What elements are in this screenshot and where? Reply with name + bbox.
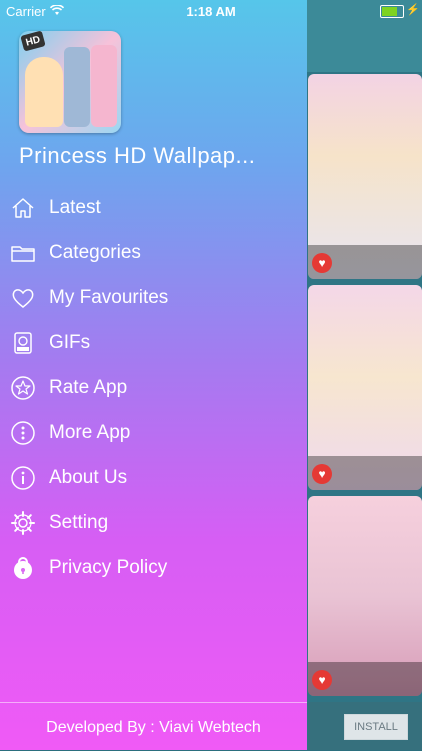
logo-princess-art	[25, 57, 63, 127]
wallpaper-card[interactable]: ♥	[308, 74, 422, 279]
menu-item-more-app[interactable]: More App	[0, 413, 307, 453]
menu-item-label: Categories	[49, 242, 141, 263]
menu-item-label: About Us	[49, 467, 128, 488]
more-icon	[10, 420, 36, 446]
menu-item-label: Latest	[49, 197, 101, 218]
battery-icon	[380, 5, 404, 18]
menu-item-favourites[interactable]: My Favourites	[0, 278, 307, 318]
menu-item-label: GIFs	[49, 332, 91, 353]
favourite-heart-icon[interactable]: ♥	[312, 253, 332, 273]
charging-icon: ⚡	[406, 4, 420, 16]
folder-icon	[10, 240, 36, 266]
status-bar: Carrier 1:18 AM ⚡	[0, 0, 422, 22]
hd-badge: HD	[20, 31, 46, 52]
menu-item-categories[interactable]: Categories	[0, 233, 307, 273]
menu-item-setting[interactable]: Setting	[0, 503, 307, 543]
menu-item-latest[interactable]: Latest	[0, 188, 307, 228]
heart-icon	[10, 285, 36, 311]
lock-icon	[10, 555, 36, 581]
developer-credit: Developed By : Viavi Webtech	[46, 719, 261, 736]
gif-icon	[10, 330, 36, 356]
favourite-heart-icon[interactable]: ♥	[312, 670, 332, 690]
wallpaper-card[interactable]: ♥	[308, 285, 422, 490]
menu-item-label: Setting	[49, 512, 109, 533]
logo-princess-art	[91, 45, 117, 127]
clock: 1:18 AM	[186, 4, 236, 19]
menu-item-privacy-policy[interactable]: Privacy Policy	[0, 548, 307, 588]
home-icon	[10, 195, 36, 221]
app-title: Princess HD Wallpap...	[19, 143, 256, 168]
app-logo: HD	[19, 31, 121, 133]
gear-icon	[10, 510, 36, 536]
wallpaper-card[interactable]: ♥	[308, 496, 422, 696]
favourite-heart-icon[interactable]: ♥	[312, 464, 332, 484]
menu-item-about-us[interactable]: About Us	[0, 458, 307, 498]
drawer-footer: Developed By : Viavi Webtech	[0, 702, 307, 751]
star-icon	[10, 375, 36, 401]
install-button[interactable]: INSTALL	[344, 714, 408, 740]
menu-item-label: Privacy Policy	[49, 557, 168, 578]
navigation-drawer: HD Princess HD Wallpap... Latest Categor…	[0, 0, 307, 750]
menu-item-gifs[interactable]: GIFs	[0, 323, 307, 363]
logo-princess-art	[64, 47, 90, 127]
menu-item-rate-app[interactable]: Rate App	[0, 368, 307, 408]
menu-item-label: Rate App	[49, 377, 128, 398]
menu-item-label: More App	[49, 422, 131, 443]
info-icon	[10, 465, 36, 491]
menu-item-label: My Favourites	[49, 287, 169, 308]
